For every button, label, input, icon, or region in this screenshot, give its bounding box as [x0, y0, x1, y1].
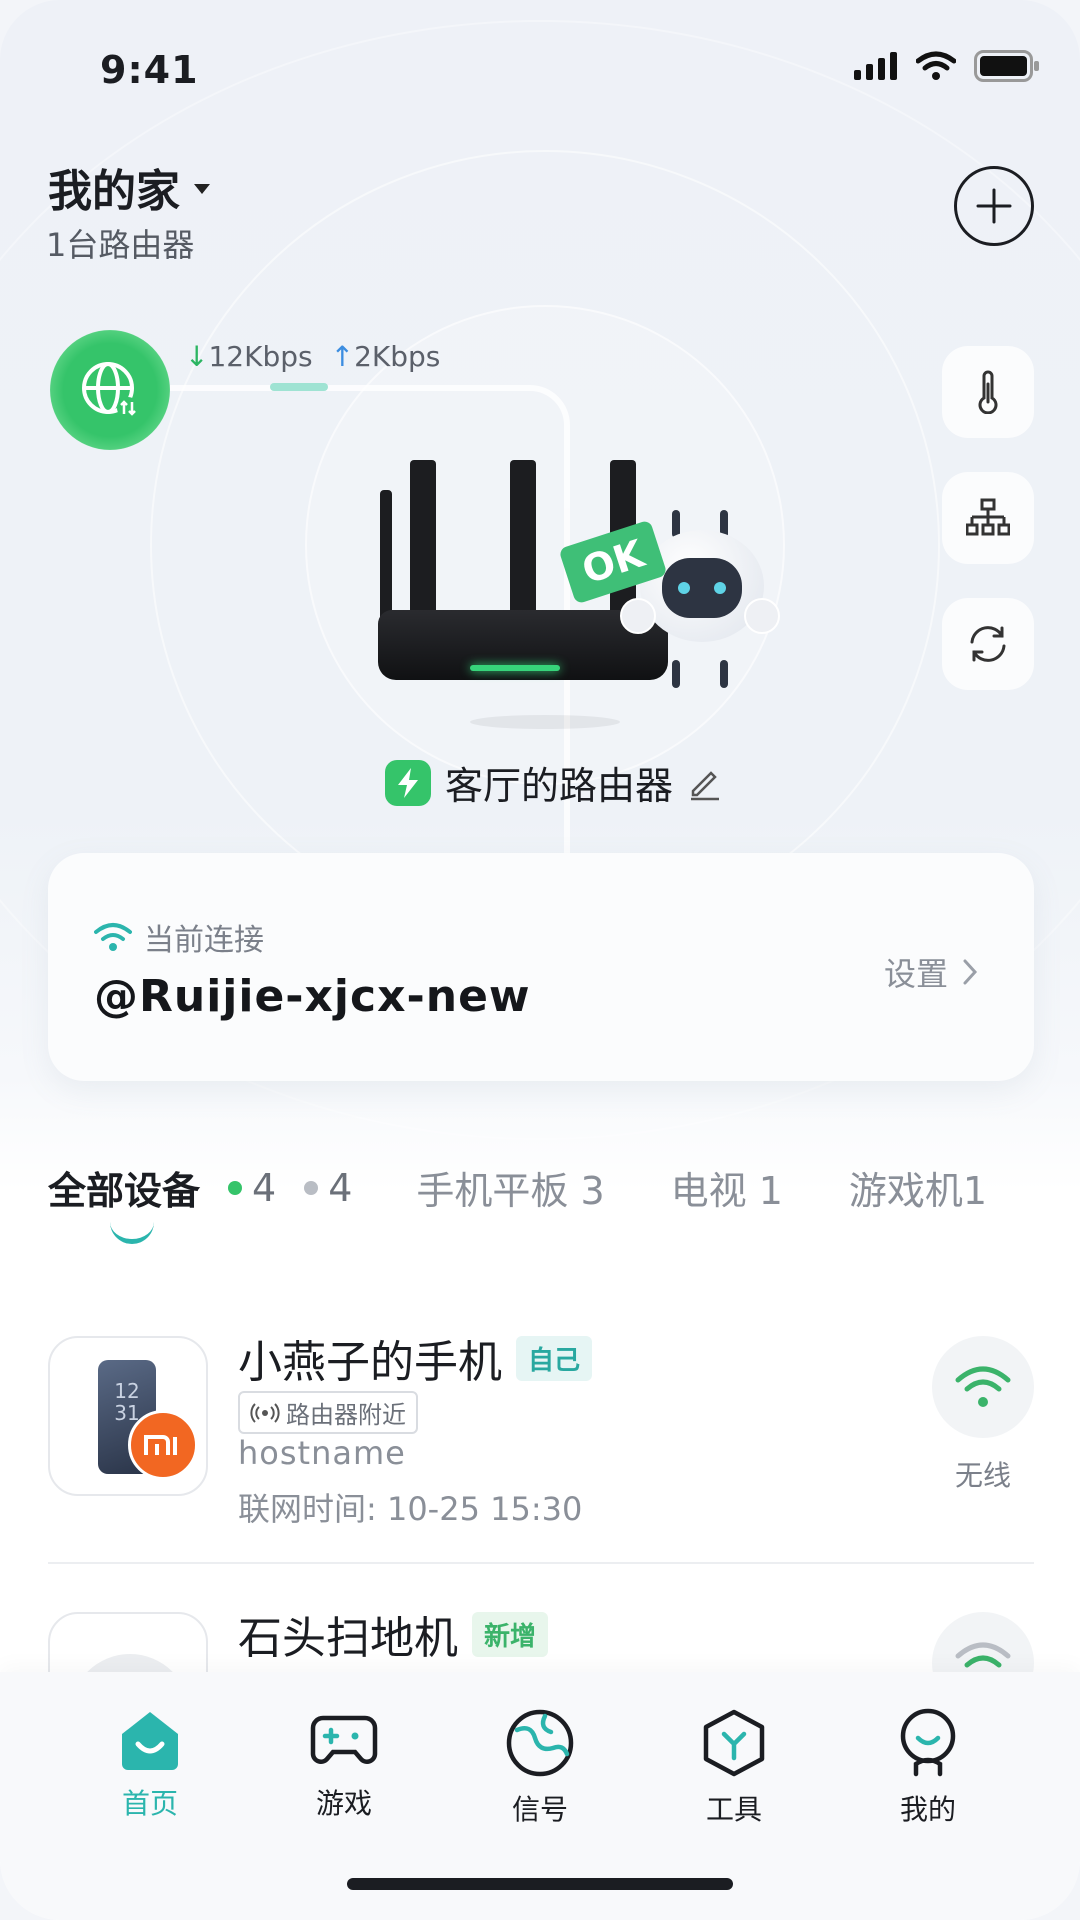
self-tag: 自己 [516, 1335, 593, 1381]
cellular-signal-icon [854, 52, 897, 80]
connection-label-row: 当前连接 [94, 915, 264, 959]
active-tab-indicator [110, 1222, 154, 1244]
signal-broadcast-icon [250, 1402, 280, 1423]
wireless-indicator [932, 1336, 1034, 1438]
wifi-icon [94, 923, 132, 951]
nav-label: 游戏 [315, 1787, 372, 1820]
robot-ear [620, 598, 656, 634]
router-count: 1台路由器 [46, 226, 195, 264]
tab-phones-tablets[interactable]: 手机平板 3 [416, 1160, 604, 1215]
wifi-settings-link[interactable]: 设置 [884, 949, 978, 995]
download-speed: ↓12Kbps [185, 340, 313, 373]
nav-tools[interactable]: 工具 [674, 1708, 794, 1828]
thermometer-icon [978, 370, 998, 414]
profile-icon [900, 1708, 956, 1777]
device-name-row: 石头扫地机 新增 [238, 1602, 549, 1666]
battery-icon [974, 50, 1039, 82]
home-selector[interactable]: 我的家 [48, 155, 210, 219]
add-button[interactable] [954, 166, 1034, 246]
wifi-ssid: @Ruijie-xjcx-new [94, 971, 531, 1022]
topology-button[interactable] [942, 472, 1034, 564]
caret-down-icon [194, 184, 210, 194]
robot-leg [672, 660, 680, 688]
offline-dot [304, 1180, 319, 1195]
router-shadow [470, 715, 620, 729]
speed-indicator: ↓12Kbps ↑2Kbps [185, 340, 440, 373]
xiaomi-logo-icon [128, 1410, 198, 1480]
home-indicator[interactable] [347, 1878, 733, 1890]
robot-eye [678, 582, 690, 594]
robot-eye [714, 582, 726, 594]
wifi-signal-icon [955, 1366, 1011, 1407]
device-item[interactable]: 12 31 小燕子的手机 自己 路由器附近 hostname 联网时间: 10-2… [48, 1335, 1034, 1536]
device-name: 石头扫地机 [238, 1613, 458, 1664]
gamepad-icon [310, 1715, 378, 1764]
connection-pulse [270, 383, 328, 391]
edit-pencil-icon[interactable] [687, 765, 723, 801]
internet-status[interactable] [50, 330, 170, 450]
robot-ear [744, 598, 780, 634]
offline-count: 4 [328, 1165, 353, 1210]
device-category-tabs: 全部设备 4 4 手机平板 3 电视 1 游戏机1 [48, 1160, 987, 1215]
home-icon [122, 1712, 178, 1770]
online-dot [228, 1180, 243, 1195]
nav-label: 工具 [705, 1793, 762, 1826]
online-time: 联网时间: 10-25 15:30 [238, 1490, 583, 1528]
tab-game-console[interactable]: 游戏机1 [849, 1160, 987, 1215]
current-connection-card[interactable]: 当前连接 @Ruijie-xjcx-new 设置 [48, 853, 1034, 1081]
location-text: 路由器附近 [286, 1401, 406, 1429]
nav-label: 信号 [511, 1793, 568, 1826]
settings-label: 设置 [883, 955, 948, 993]
network-topology-icon [966, 498, 1010, 536]
nav-games[interactable]: 游戏 [284, 1708, 404, 1822]
temperature-button[interactable] [942, 346, 1034, 438]
hostname: hostname [238, 1434, 406, 1472]
device-name-row: 小燕子的手机 自己 [238, 1326, 593, 1390]
chevron-right-icon [963, 959, 978, 985]
device-name: 小燕子的手机 [238, 1337, 502, 1388]
router-led [470, 665, 560, 671]
new-tag: 新增 [472, 1611, 549, 1657]
refresh-icon [970, 626, 1006, 662]
home-name: 我的家 [48, 166, 180, 217]
nav-signal[interactable]: 信号 [480, 1708, 600, 1828]
status-time: 9:41 [100, 48, 199, 92]
nav-home[interactable]: 首页 [90, 1708, 210, 1822]
tab-tv[interactable]: 电视 1 [671, 1160, 783, 1215]
router-name: 客厅的路由器 [445, 764, 674, 808]
nav-profile[interactable]: 我的 [868, 1708, 988, 1828]
tab-all-devices[interactable]: 全部设备 [48, 1160, 200, 1215]
plus-icon [976, 188, 1012, 224]
location-badge: 路由器附近 [238, 1391, 418, 1434]
nav-label: 首页 [121, 1787, 178, 1820]
upload-speed: ↑2Kbps [330, 340, 441, 373]
status-bar: 9:41 [0, 0, 1080, 130]
nav-label: 我的 [899, 1793, 956, 1826]
lightning-icon [385, 759, 431, 806]
list-divider [48, 1562, 1034, 1564]
status-icons [854, 50, 1040, 82]
robot-leg [720, 660, 728, 688]
toolbox-icon [703, 1709, 765, 1777]
globe-icon [82, 362, 139, 419]
globe-icon [506, 1709, 574, 1777]
router-antenna [510, 460, 536, 630]
device-thumbnail: 12 31 [48, 1336, 208, 1496]
connection-label: 当前连接 [144, 923, 264, 958]
online-count: 4 [252, 1165, 277, 1210]
router-antenna [410, 460, 436, 630]
robot-face [662, 558, 742, 618]
connection-type: 无线 [954, 1459, 1011, 1492]
app-screen: 9:41 我的家 1台路由器 ↓12Kbps ↑2Kbps OK 客厅的路由器 … [0, 0, 1080, 1920]
wifi-status-icon [916, 51, 956, 80]
refresh-button[interactable] [942, 598, 1034, 690]
router-name-row[interactable]: 客厅的路由器 [385, 755, 723, 810]
